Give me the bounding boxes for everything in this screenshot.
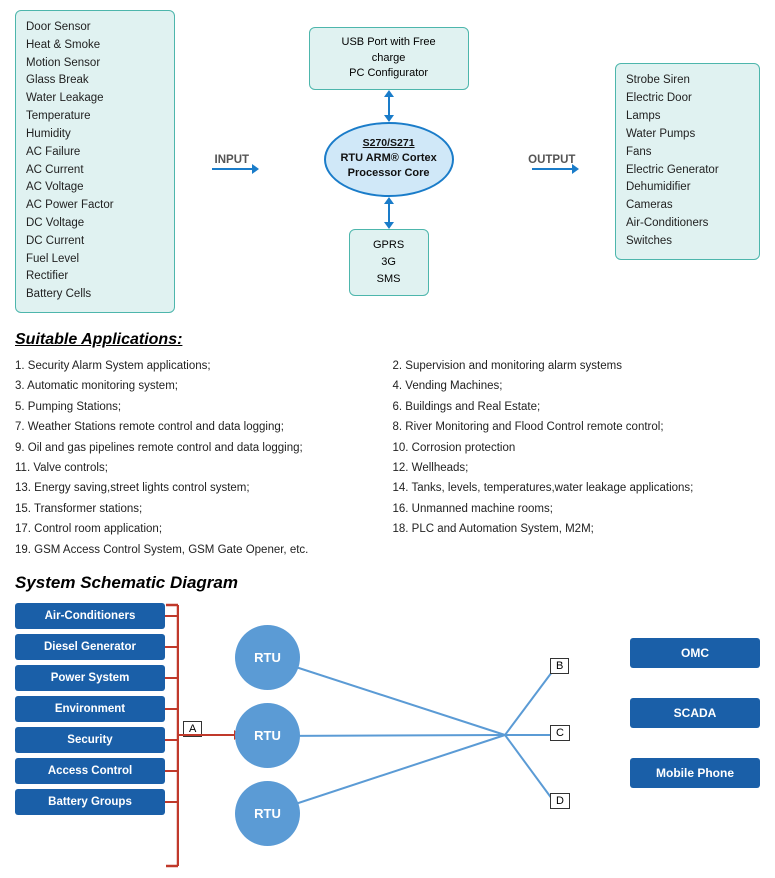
app-item: 1. Security Alarm System applications;: [15, 357, 383, 375]
label-b: B: [550, 658, 569, 674]
input-label: INPUT: [215, 154, 250, 166]
rtu-middle-label: RTU: [254, 728, 281, 743]
app-item: 15. Transformer stations;: [15, 500, 383, 518]
app-item: 10. Corrosion protection: [393, 439, 761, 457]
app-item: 11. Valve controls;: [15, 459, 383, 477]
gprs-gprs: GPRS: [373, 239, 404, 251]
center-column: USB Port with Free charge PC Configurato…: [289, 27, 489, 295]
schematic-diagram: Air-ConditionersDiesel GeneratorPower Sy…: [15, 603, 760, 868]
label-c: C: [550, 725, 570, 741]
input-items-text: Door SensorHeat & SmokeMotion SensorGlas…: [26, 21, 114, 300]
app-item: 17. Control room application;: [15, 520, 383, 538]
app-item: 6. Buildings and Real Estate;: [393, 398, 761, 416]
right-box: OMC: [630, 638, 760, 668]
app-item: 3. Automatic monitoring system;: [15, 377, 383, 395]
rtu-label-line2: Processor Core: [348, 166, 430, 181]
suitable-applications: Suitable Applications: 1. Security Alarm…: [15, 331, 760, 559]
rtu-label-line1: RTU ARM® Cortex: [340, 151, 436, 166]
rtu-top-label: RTU: [254, 650, 281, 665]
gprs-sms: SMS: [377, 273, 401, 285]
app-item: 8. River Monitoring and Flood Control re…: [393, 418, 761, 436]
label-d: D: [550, 793, 570, 809]
app-item: 2. Supervision and monitoring alarm syst…: [393, 357, 761, 375]
app-item: 9. Oil and gas pipelines remote control …: [15, 439, 383, 457]
right-boxes: OMC SCADA Mobile Phone: [630, 638, 760, 788]
input-arrow: [212, 168, 252, 170]
app-item: 4. Vending Machines;: [393, 377, 761, 395]
app-item: 16. Unmanned machine rooms;: [393, 500, 761, 518]
rtu-model: S270/S271: [363, 136, 415, 151]
rtu-middle: RTU: [235, 703, 300, 768]
usb-box: USB Port with Free charge PC Configurato…: [309, 27, 469, 89]
app-item: 14. Tanks, levels, temperatures,water le…: [393, 479, 761, 497]
app-item: 7. Weather Stations remote control and d…: [15, 418, 383, 436]
rtu-ellipse: S270/S271 RTU ARM® Cortex Processor Core: [324, 122, 454, 197]
rtu-bottom: RTU: [235, 781, 300, 846]
schematic-section: System Schematic Diagram Air-Conditioner…: [15, 573, 760, 868]
app-item: 12. Wellheads;: [393, 459, 761, 477]
rtu-bottom-label: RTU: [254, 806, 281, 821]
top-diagram: Door SensorHeat & SmokeMotion SensorGlas…: [15, 10, 760, 313]
arrow-rtu-gprs: [388, 203, 390, 223]
suitable-title: Suitable Applications:: [15, 331, 760, 349]
rtu-top: RTU: [235, 625, 300, 690]
output-label: OUTPUT: [528, 154, 575, 166]
app-item-full: 19. GSM Access Control System, GSM Gate …: [15, 541, 760, 559]
output-arrow: [532, 168, 572, 170]
app-item: 5. Pumping Stations;: [15, 398, 383, 416]
right-box: SCADA: [630, 698, 760, 728]
page-wrapper: Door SensorHeat & SmokeMotion SensorGlas…: [0, 0, 775, 878]
usb-line2: PC Configurator: [349, 67, 428, 79]
app-item: 13. Energy saving,street lights control …: [15, 479, 383, 497]
output-box: Strobe SirenElectric DoorLampsWater Pump…: [615, 63, 760, 259]
output-items-text: Strobe SirenElectric DoorLampsWater Pump…: [626, 74, 719, 246]
app-item: 18. PLC and Automation System, M2M;: [393, 520, 761, 538]
gprs-3g: 3G: [381, 256, 396, 268]
gprs-box: GPRS 3G SMS: [349, 229, 429, 296]
input-box: Door SensorHeat & SmokeMotion SensorGlas…: [15, 10, 175, 313]
apps-grid: 1. Security Alarm System applications; 2.…: [15, 357, 760, 559]
schematic-title: System Schematic Diagram: [15, 573, 760, 593]
right-box: Mobile Phone: [630, 758, 760, 788]
usb-line1: USB Port with Free charge: [342, 36, 436, 63]
arrow-usb-rtu: [388, 96, 390, 116]
